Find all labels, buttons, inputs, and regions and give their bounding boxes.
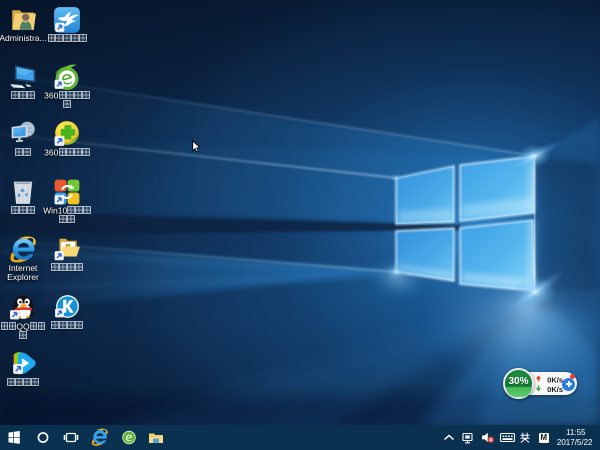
svg-text:0K/s: 0K/s — [547, 376, 563, 385]
svg-text:0K/s: 0K/s — [547, 385, 563, 394]
